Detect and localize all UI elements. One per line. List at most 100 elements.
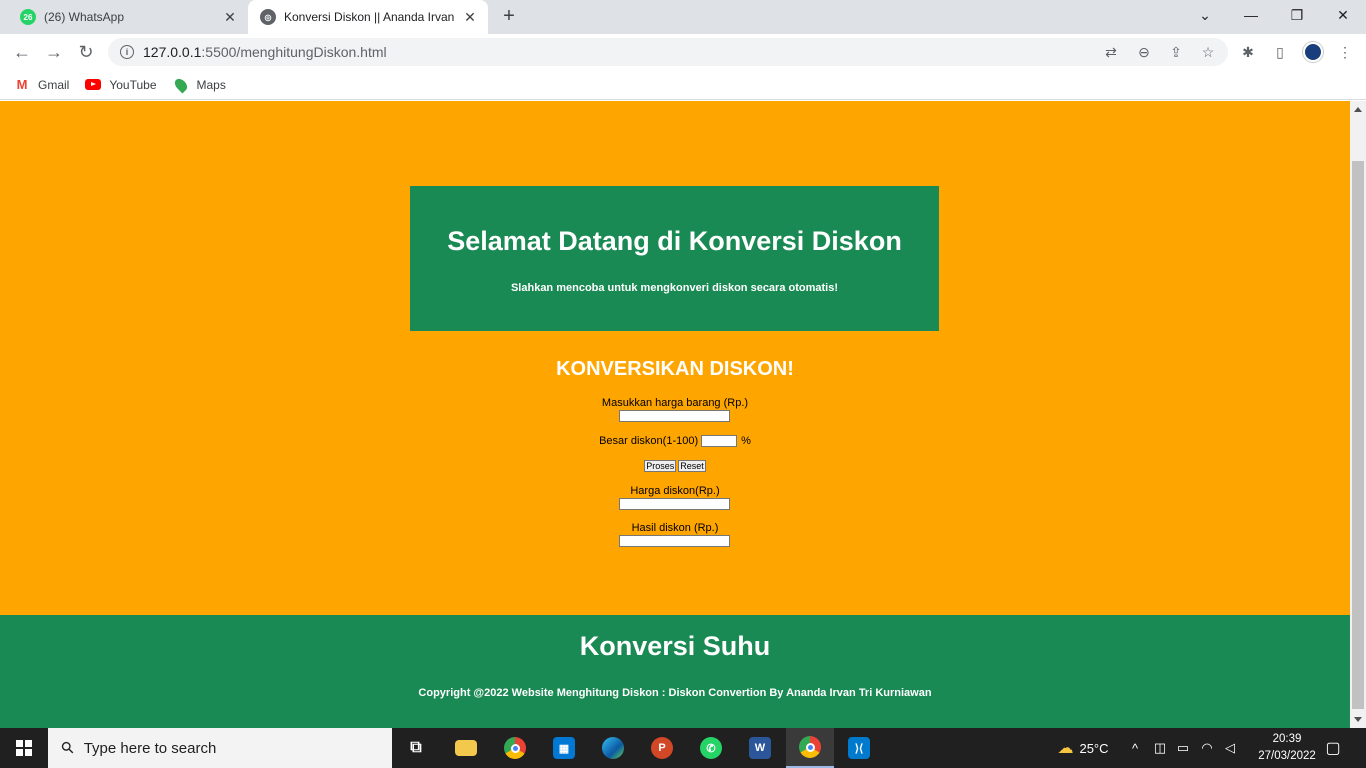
- profile-avatar[interactable]: [1303, 42, 1323, 62]
- task-view-icon: ⧉: [410, 739, 422, 756]
- harga-label: Masukkan harga barang (Rp.): [601, 397, 749, 409]
- edge-button[interactable]: [589, 728, 637, 768]
- reset-button[interactable]: Reset: [678, 460, 706, 472]
- scrollbar-thumb[interactable]: [1352, 161, 1364, 709]
- harga-diskon-label: Harga diskon(Rp.): [630, 485, 720, 497]
- address-bar[interactable]: i 127.0.0.1:5500/menghitungDiskon.html: [108, 38, 1228, 66]
- url-path: :5500/menghitungDiskon.html: [201, 44, 387, 60]
- vscode-button[interactable]: ⟩⟨: [835, 728, 883, 768]
- page-footer: Konversi Suhu Copyright @2022 Website Me…: [0, 615, 1350, 728]
- volume-icon[interactable]: ◁: [1220, 728, 1240, 768]
- new-tab-button[interactable]: +: [498, 6, 520, 28]
- url-host: 127.0.0.1: [143, 44, 202, 60]
- form-buttons: Proses Reset: [0, 460, 1350, 472]
- notification-icon[interactable]: ▢: [1320, 728, 1346, 768]
- whatsapp-button[interactable]: ✆: [687, 728, 735, 768]
- file-explorer-button[interactable]: [442, 728, 490, 768]
- tray-chevron-icon[interactable]: ^: [1125, 728, 1145, 768]
- task-view-button[interactable]: ⧉: [392, 728, 440, 768]
- chrome-button[interactable]: [491, 728, 539, 768]
- footer-copyright: Copyright @2022 Website Menghitung Disko…: [418, 687, 932, 699]
- bookmark-label: Gmail: [38, 77, 70, 92]
- bookmark-label: Maps: [196, 77, 226, 92]
- main-section: Selamat Datang di Konversi Diskon Slahka…: [0, 101, 1350, 615]
- forward-arrow-icon[interactable]: →: [40, 38, 68, 66]
- bookmarks-bar: M Gmail YouTube Maps: [0, 70, 1366, 100]
- bookmark-star-icon[interactable]: ☆: [1198, 42, 1218, 62]
- chrome-active-icon: [799, 736, 821, 758]
- url-text: 127.0.0.1:5500/menghitungDiskon.html: [143, 44, 387, 60]
- page-scrollbar[interactable]: [1350, 101, 1366, 728]
- form-title: KONVERSIKAN DISKON!: [556, 358, 794, 380]
- maps-pin-icon: [172, 76, 189, 93]
- percent-unit: %: [741, 435, 751, 447]
- diskon-input[interactable]: [701, 435, 738, 447]
- back-arrow-icon[interactable]: ←: [8, 38, 36, 66]
- chrome-icon: [504, 737, 526, 759]
- hero-title: Selamat Datang di Konversi Diskon: [447, 226, 902, 256]
- windows-logo-icon: [16, 740, 32, 756]
- store-button[interactable]: ▦: [540, 728, 588, 768]
- start-button[interactable]: [0, 728, 48, 768]
- powerpoint-icon: P: [651, 737, 673, 759]
- menu-kebab-icon[interactable]: ⋮: [1335, 42, 1355, 62]
- windows-taskbar: ⚲ Type here to search ⧉ ▦ P ✆ W ⟩⟨ ☁ 25°…: [0, 728, 1366, 768]
- diskon-label: Besar diskon(1-100): [599, 435, 699, 447]
- bookmark-maps[interactable]: Maps: [172, 76, 226, 93]
- wifi-icon[interactable]: ◠: [1197, 728, 1217, 768]
- powerpoint-button[interactable]: P: [638, 728, 686, 768]
- harga-input[interactable]: [619, 410, 730, 422]
- bookmark-youtube[interactable]: YouTube: [85, 78, 157, 92]
- edge-icon: [602, 737, 624, 759]
- reload-icon[interactable]: ↻: [72, 38, 100, 66]
- zoom-icon[interactable]: ⊖: [1134, 42, 1154, 62]
- youtube-icon: [85, 79, 102, 91]
- word-icon: W: [749, 737, 771, 759]
- tab-title: Konversi Diskon || Ananda Irvan: [284, 10, 455, 24]
- side-panel-icon[interactable]: ▯: [1270, 42, 1290, 62]
- gmail-icon: M: [16, 77, 28, 92]
- meet-now-icon[interactable]: ◫: [1150, 728, 1170, 768]
- tab-search-chevron-icon[interactable]: ⌄: [1182, 0, 1228, 30]
- proses-button[interactable]: Proses: [644, 460, 677, 472]
- tab-konversi-diskon[interactable]: ◎ Konversi Diskon || Ananda Irvan ✕: [248, 0, 488, 34]
- hasil-diskon-label: Hasil diskon (Rp.): [631, 522, 719, 534]
- word-button[interactable]: W: [736, 728, 784, 768]
- taskbar-search[interactable]: ⚲ Type here to search: [48, 728, 392, 768]
- diskon-row: Besar diskon(1-100) %: [0, 435, 1350, 447]
- system-clock[interactable]: 20:39 27/03/2022: [1255, 731, 1319, 765]
- harga-diskon-output[interactable]: [619, 498, 730, 510]
- extensions-puzzle-icon[interactable]: ✱: [1238, 42, 1258, 62]
- tab-title: (26) WhatsApp: [44, 10, 125, 24]
- search-placeholder: Type here to search: [83, 739, 217, 757]
- close-window-button[interactable]: ✕: [1320, 0, 1366, 30]
- footer-title: Konversi Suhu: [579, 631, 771, 661]
- close-tab-icon[interactable]: ✕: [220, 7, 240, 27]
- whatsapp-favicon-icon: 26: [20, 9, 36, 25]
- weather-cloud-icon: ☁: [1057, 740, 1074, 757]
- hero-subtitle: Slahkan mencoba untuk mengkonveri diskon…: [510, 282, 839, 294]
- browser-toolbar: ← → ↻ i 127.0.0.1:5500/menghitungDiskon.…: [0, 34, 1366, 70]
- share-icon[interactable]: ⇪: [1166, 42, 1186, 62]
- scroll-down-icon[interactable]: [1354, 717, 1362, 722]
- clock-date: 27/03/2022: [1258, 750, 1316, 762]
- close-tab-icon[interactable]: ✕: [460, 7, 480, 27]
- translate-icon[interactable]: ⇄: [1101, 42, 1121, 62]
- clock-time: 20:39: [1272, 733, 1302, 745]
- hasil-diskon-output[interactable]: [619, 535, 730, 547]
- store-icon: ▦: [553, 737, 575, 759]
- scroll-up-icon[interactable]: [1354, 107, 1362, 112]
- whatsapp-icon: ✆: [700, 737, 722, 759]
- tab-strip: 26 (26) WhatsApp ✕ ◎ Konversi Diskon || …: [0, 0, 1366, 34]
- globe-favicon-icon: ◎: [260, 9, 276, 25]
- battery-icon[interactable]: ▭: [1173, 728, 1193, 768]
- weather-temp: 25°C: [1079, 740, 1109, 756]
- weather-widget[interactable]: ☁ 25°C: [1048, 728, 1118, 768]
- tab-whatsapp[interactable]: 26 (26) WhatsApp ✕: [8, 0, 248, 34]
- minimize-button[interactable]: —: [1228, 0, 1274, 30]
- site-info-icon[interactable]: i: [120, 45, 134, 59]
- vscode-icon: ⟩⟨: [848, 737, 870, 759]
- restore-button[interactable]: ❐: [1274, 0, 1320, 30]
- chrome-active-button[interactable]: [786, 728, 834, 768]
- bookmark-gmail[interactable]: M Gmail: [14, 77, 70, 92]
